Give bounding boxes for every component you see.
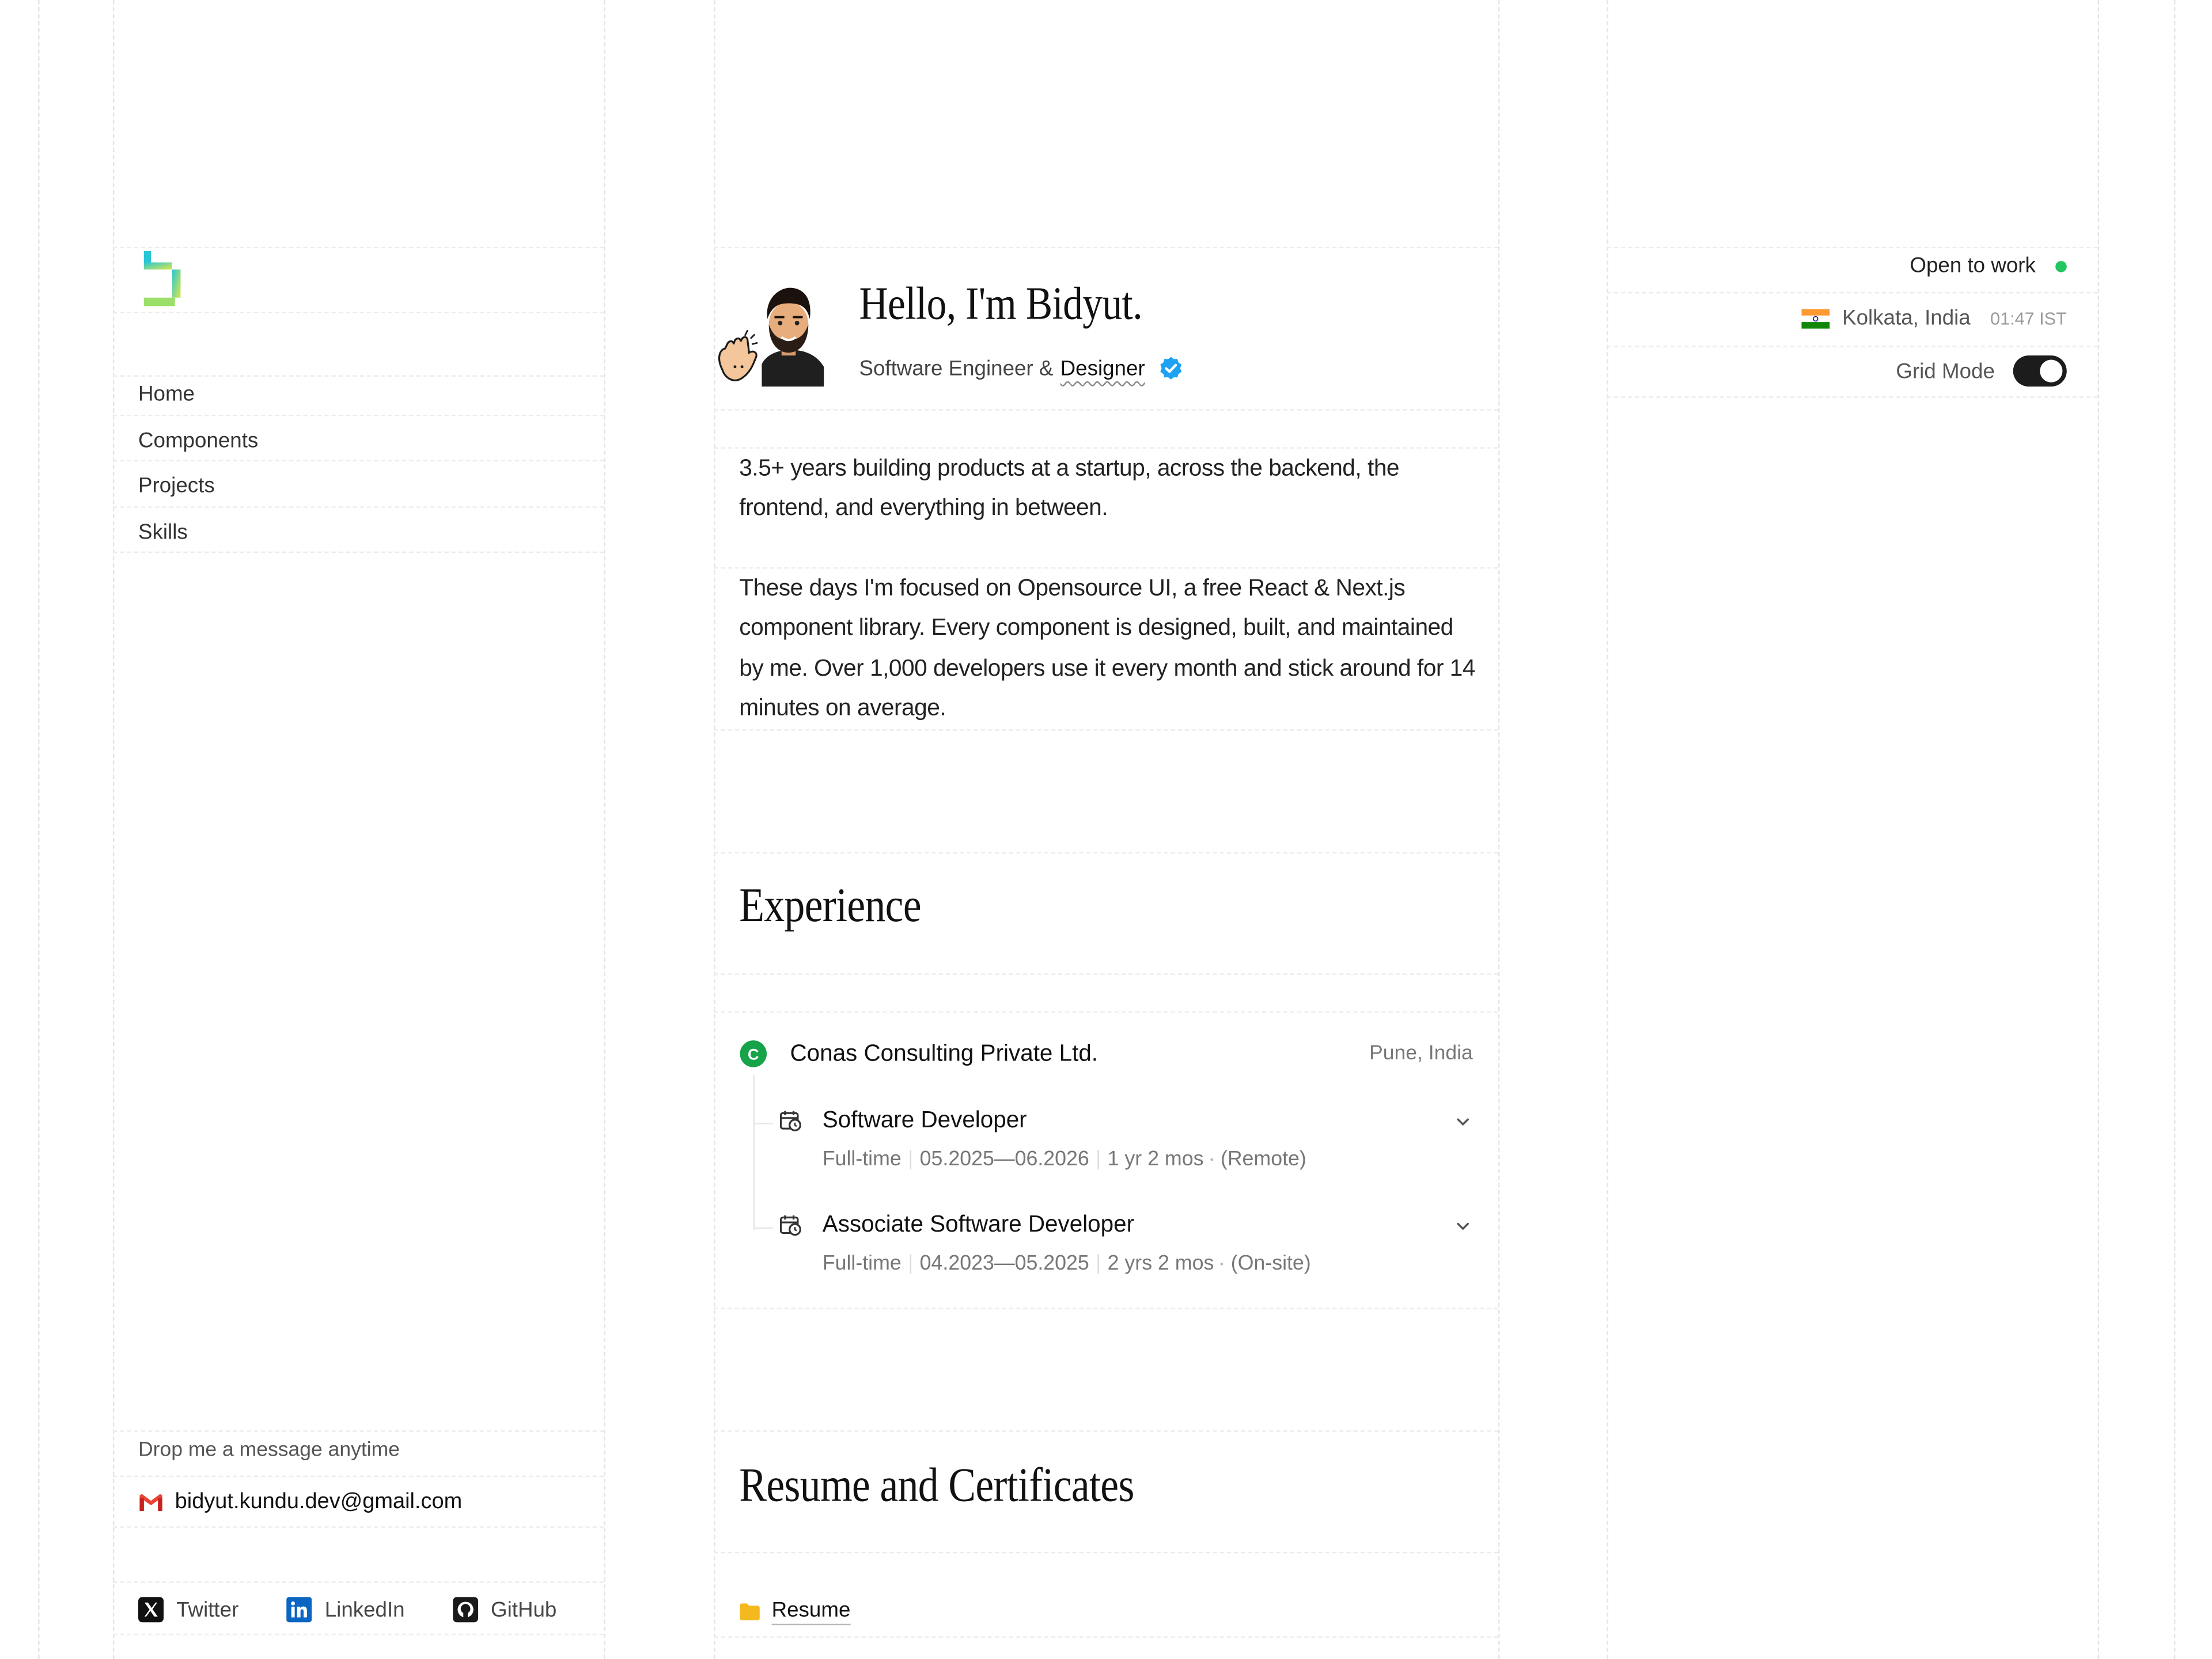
email-link[interactable]: bidyut.kundu.dev@gmail.com <box>138 1490 462 1515</box>
grid-mode-label: Grid Mode <box>1896 359 1995 383</box>
linkedin-icon <box>286 1597 312 1623</box>
experience-item[interactable]: Associate Software Developer Full-time 0… <box>779 1212 1473 1275</box>
social-links: Twitter LinkedIn GitHub <box>138 1597 556 1623</box>
page-title: Hello, I'm Bidyut. <box>859 279 1142 331</box>
job-title: Associate Software Developer <box>822 1211 1135 1237</box>
experience-heading: Experience <box>739 880 921 933</box>
grid-mode-control: Grid Mode <box>1896 355 2067 387</box>
social-twitter[interactable]: Twitter <box>138 1597 238 1623</box>
status-dot <box>2055 260 2067 272</box>
nav-item-components[interactable]: Components <box>138 421 604 467</box>
folder-icon <box>740 1603 760 1620</box>
nav-item-skills[interactable]: Skills <box>138 513 604 559</box>
role-highlight[interactable]: Designer <box>1060 356 1145 380</box>
open-to-work-status: Open to work <box>1910 254 2067 278</box>
email-address: bidyut.kundu.dev@gmail.com <box>175 1490 463 1514</box>
calendar-clock-icon <box>779 1111 801 1131</box>
india-flag-icon <box>1801 308 1830 328</box>
nav-item-home[interactable]: Home <box>138 375 604 421</box>
avatar <box>718 287 824 387</box>
logo-icon[interactable] <box>141 251 186 310</box>
grid-line <box>112 0 115 1659</box>
company-location: Pune, India <box>1369 1042 1473 1065</box>
company-logo-icon: C <box>740 1040 767 1067</box>
toggle-knob <box>2040 359 2063 382</box>
tree-connector <box>753 1075 755 1230</box>
calendar-clock-icon <box>779 1215 801 1236</box>
github-icon <box>452 1597 478 1623</box>
job-meta: Full-time 04.2023—05.2025 2 yrs 2 mos (O… <box>822 1252 1311 1275</box>
grid-line <box>714 0 715 1659</box>
role-line: Software Engineer & Designer <box>859 355 1183 381</box>
page: Home Components Projects Skills Drop me … <box>0 0 2212 1659</box>
resume-heading: Resume and Certificates <box>739 1460 1134 1513</box>
gmail-icon <box>139 1494 162 1511</box>
grid-line <box>38 0 40 1659</box>
bio-paragraph-1: 3.5+ years building products at a startu… <box>739 454 1400 521</box>
resume-link[interactable]: Resume <box>739 1599 851 1626</box>
grid-line <box>2173 0 2176 1659</box>
grid-mode-toggle[interactable] <box>2013 355 2067 387</box>
verified-badge-icon <box>1160 357 1181 380</box>
job-title: Software Developer <box>822 1107 1027 1133</box>
experience-item[interactable]: Software Developer Full-time 05.2025—06.… <box>779 1107 1473 1171</box>
grid-line <box>604 0 605 1659</box>
main-nav: Home Components Projects Skills <box>138 375 604 559</box>
social-linkedin[interactable]: LinkedIn <box>286 1597 405 1623</box>
contact-prompt: Drop me a message anytime <box>138 1438 400 1462</box>
location-indicator: Kolkata, India 01:47 IST <box>1801 306 2067 330</box>
local-time: 01:47 IST <box>1990 308 2067 328</box>
job-meta: Full-time 05.2025—06.2026 1 yr 2 mos (Re… <box>822 1148 1306 1171</box>
grid-line <box>1498 0 1500 1659</box>
location-text: Kolkata, India <box>1842 306 1971 331</box>
role-prefix: Software Engineer & <box>859 356 1054 381</box>
social-github[interactable]: GitHub <box>452 1597 556 1623</box>
grid-line <box>2097 0 2100 1659</box>
x-icon <box>138 1597 164 1623</box>
company-name: Conas Consulting Private Ltd. <box>790 1040 1099 1066</box>
chevron-down-icon[interactable] <box>1453 1215 1472 1235</box>
svg-text:C: C <box>748 1046 759 1063</box>
company-header: C Conas Consulting Private Ltd. Pune, In… <box>739 1040 1473 1068</box>
bio-paragraph-2: These days I'm focused on Opensource UI,… <box>739 574 1475 721</box>
resume-label: Resume <box>771 1599 851 1626</box>
nav-item-projects[interactable]: Projects <box>138 467 604 513</box>
chevron-down-icon[interactable] <box>1453 1111 1472 1131</box>
grid-line <box>1607 0 1608 1659</box>
